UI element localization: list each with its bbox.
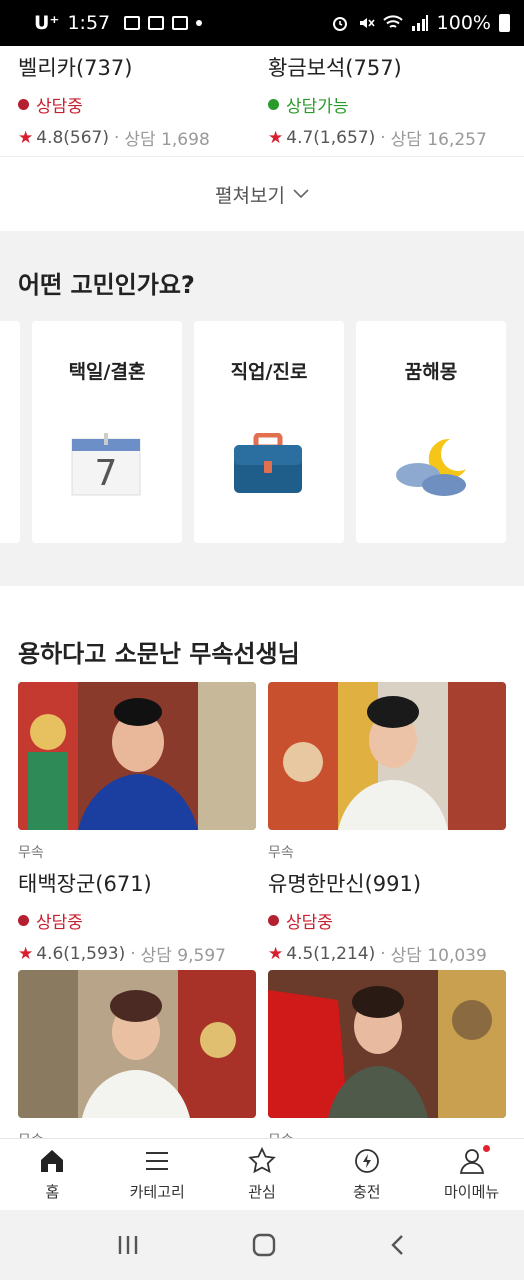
tab-label: 마이메뉴 [443,1183,500,1201]
section-title: 용하다고 소문난 무속선생님 [18,640,300,668]
tab-favorites[interactable]: 관심 [210,1139,315,1210]
rating: ★ 4.6(1,593) · 상담 9,597 [18,943,226,967]
status-badge: 상담중 [18,92,258,117]
concern-card-career[interactable]: 직업/진로 [194,321,344,543]
teacher-name: 유명한만신(991) [268,872,422,896]
rating: ★ 4.8(567) · 상담 1,698 [18,127,210,151]
home-button-icon[interactable] [251,1232,277,1258]
moon-cloud-icon [396,438,466,496]
concern-label: 택일/결혼 [68,361,146,383]
teacher-photo [18,682,256,830]
consultant-name: 벨리카(737) [18,56,133,80]
status-badge: 상담중 [268,908,506,933]
teacher-category: 무속 [268,1130,506,1138]
teacher-card[interactable]: 무속 [18,970,256,1138]
tab-label: 충전 [352,1183,381,1201]
star-icon: ★ [268,127,284,148]
clock: 1:57 [67,12,111,34]
concern-label: 꿈해몽 [404,361,458,383]
concern-label: 직업/진로 [230,361,308,383]
system-nav-bar [0,1210,524,1280]
home-icon [41,1150,64,1172]
status-badge: 상담중 [18,908,256,933]
menu-icon [146,1152,169,1170]
consultant-name: 황금보석(757) [268,56,402,80]
teacher-card[interactable]: 무속 유명한만신(991) 상담중 ★ 4.5(1,214) · 상담 10,039 [268,682,506,966]
consultant-item[interactable]: 벨리카(737) 상담중 ★ 4.8(567) · 상담 1,698 [18,52,258,150]
mute-icon [359,18,375,28]
teacher-photo [268,682,506,830]
concern-section: 어떤 고민인가요? 택일/결혼 7 직업/진로 꿈해몽 [0,231,524,586]
teacher-photo [268,970,506,1118]
status-bar: U⁺ 1:57 100% [0,0,524,46]
battery-percent: 100% [436,12,491,34]
teacher-category: 무속 [18,845,44,861]
tab-label: 카테고리 [129,1183,185,1201]
app-notification-icon [172,16,189,30]
person-icon [459,1149,484,1174]
calendar-icon: 7 [71,433,141,496]
shaman-section: 용하다고 소문난 무속선생님 무속 태백장군(671) 상담중 ★ 4.6(1,5… [0,586,524,1138]
top-consultant-card: 벨리카(737) 상담중 ★ 4.8(567) · 상담 1,698 황금보석(757… [0,46,524,231]
tab-label: 홈 [45,1183,60,1201]
gallery-notification-icon [124,16,141,30]
signal-icon [411,15,428,31]
concern-card-wedding[interactable]: 택일/결혼 7 [32,321,182,543]
teacher-card[interactable]: 무속 태백장군(671) 상담중 ★ 4.6(1,593) · 상담 9,597 [18,682,256,966]
teacher-category: 무속 [268,845,294,861]
recent-apps-icon[interactable] [116,1234,140,1256]
expand-label: 펼쳐보기 [215,184,285,207]
consultant-item[interactable]: 황금보석(757) 상담가능 ★ 4.7(1,657) · 상담 16,257 [268,52,508,150]
tab-my-menu[interactable]: 마이메뉴 [419,1139,524,1210]
teacher-name: 태백장군(671) [18,872,152,896]
back-icon[interactable] [388,1233,408,1257]
wifi-icon [382,15,403,28]
expand-button[interactable]: 펼쳐보기 [0,156,524,231]
notification-dot [482,1145,490,1152]
battery-icon [499,14,510,32]
teacher-photo [18,970,256,1118]
star-icon: ★ [18,127,34,148]
section-title: 어떤 고민인가요? [18,271,195,299]
status-badge: 상담가능 [268,92,508,117]
rating: ★ 4.5(1,214) · 상담 10,039 [268,943,487,967]
teacher-card[interactable]: 무속 [268,970,506,1138]
carrier-label: U⁺ [34,12,60,34]
star-icon [248,1147,276,1174]
charge-icon [354,1149,379,1173]
tab-home[interactable]: 홈 [0,1139,105,1210]
concern-card-partial[interactable] [0,321,20,543]
tab-charge[interactable]: 충전 [314,1139,419,1210]
briefcase-icon [234,433,302,493]
tab-label: 관심 [248,1183,276,1201]
chevron-down-icon [293,189,309,199]
teacher-category: 무속 [18,1130,256,1138]
more-notifications-icon [196,20,203,26]
alarm-icon [332,17,347,31]
tab-category[interactable]: 카테고리 [105,1139,210,1210]
concern-card-dream[interactable]: 꿈해몽 [356,321,506,543]
blog-notification-icon [148,16,165,30]
star-icon: ★ [268,943,284,964]
star-icon: ★ [18,943,34,964]
bottom-tab-bar: 홈 카테고리 관심 충전 마이메뉴 [0,1138,524,1210]
rating: ★ 4.7(1,657) · 상담 16,257 [268,127,487,151]
svg-text:7: 7 [95,453,118,494]
